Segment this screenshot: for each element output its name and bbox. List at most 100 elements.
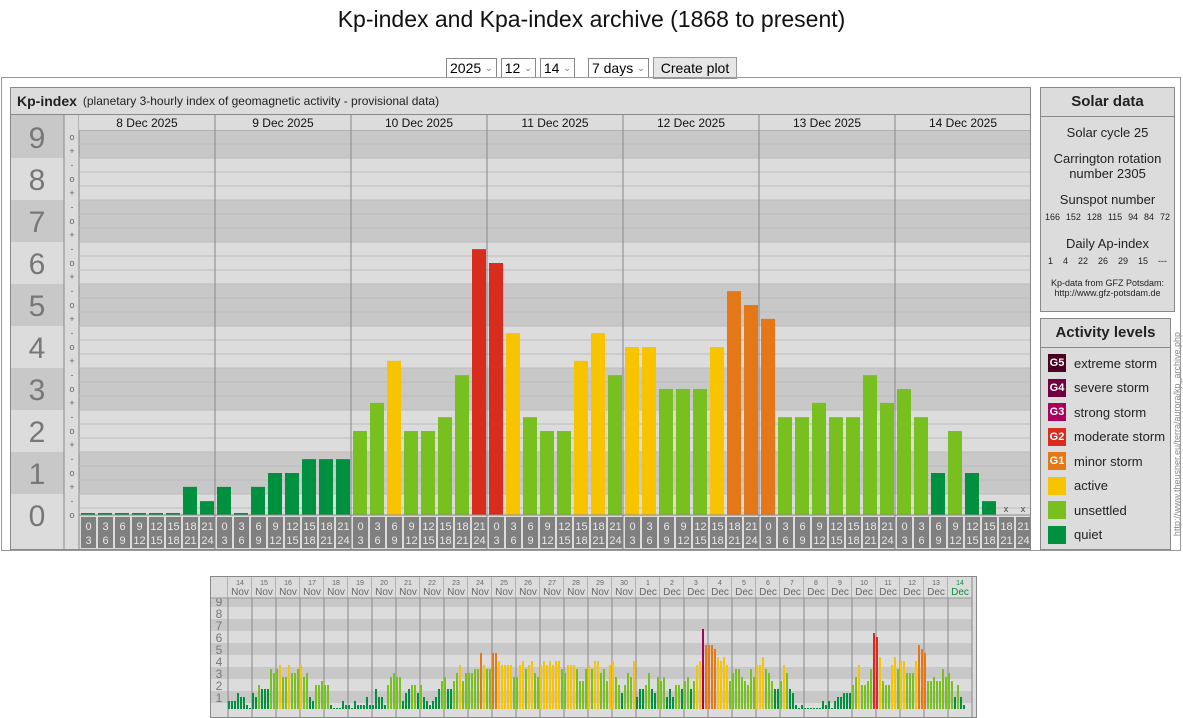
overview-bar bbox=[252, 693, 254, 709]
overview-bar bbox=[933, 676, 935, 709]
day-header-month: Dec bbox=[783, 587, 801, 598]
hour-label: 9 bbox=[136, 521, 142, 533]
hour-label: 3 bbox=[901, 535, 907, 547]
kp-bar bbox=[540, 431, 554, 515]
day-header-month: Dec bbox=[711, 587, 729, 598]
overview-bar bbox=[897, 669, 899, 709]
range-select[interactable]: 7 days ⌄ bbox=[587, 58, 649, 78]
hour-label: 12 bbox=[150, 521, 162, 533]
overview-bar bbox=[591, 669, 593, 709]
overview-bar bbox=[327, 685, 329, 709]
overview-bar bbox=[729, 681, 731, 709]
kp-bar bbox=[897, 389, 911, 515]
kp-bar bbox=[676, 389, 690, 515]
hour-label: 24 bbox=[609, 535, 621, 547]
carrington-rotation: Carrington rotation number 2305 bbox=[1053, 151, 1162, 181]
hour-label: 12 bbox=[694, 521, 706, 533]
overview-bar bbox=[810, 708, 812, 709]
y-tick-label: 3 bbox=[29, 374, 46, 407]
y-tick-label: 0 bbox=[29, 500, 46, 533]
overview-bar bbox=[888, 685, 890, 709]
overview-bar bbox=[393, 673, 395, 709]
ap-value: 29 bbox=[1117, 256, 1128, 266]
day-header-month: Nov bbox=[255, 587, 273, 598]
data-source-url[interactable]: http://www.gfz-potsdam.de bbox=[1041, 288, 1174, 298]
day-header-day: 3 bbox=[694, 580, 698, 587]
overview-bar bbox=[912, 673, 914, 709]
day-header-month: Nov bbox=[495, 587, 513, 598]
overview-bar bbox=[708, 645, 710, 709]
y-tick-label: 5 bbox=[216, 643, 223, 657]
overview-bar bbox=[744, 681, 746, 709]
overview-bar bbox=[342, 700, 344, 709]
y-subtick: - bbox=[71, 244, 74, 254]
y-band bbox=[211, 607, 972, 619]
hour-label: 21 bbox=[745, 521, 757, 533]
hour-label: 15 bbox=[422, 535, 434, 547]
overview-bar bbox=[630, 676, 632, 709]
page-title: Kp-index and Kpa-index archive (1868 to … bbox=[337, 6, 846, 32]
hour-label: 24 bbox=[745, 535, 757, 547]
kp-bar bbox=[761, 318, 775, 515]
kp-bar bbox=[438, 417, 452, 515]
solar-cycle: Solar cycle 25 bbox=[1066, 125, 1149, 140]
day-select[interactable]: 14 ⌄ bbox=[539, 58, 575, 78]
kp-bar bbox=[319, 459, 333, 515]
day-header-day: 14 bbox=[236, 580, 244, 587]
day-header-day: 18 bbox=[332, 580, 340, 587]
legend-item: quiet bbox=[1041, 523, 1170, 548]
ap-value: 22 bbox=[1077, 256, 1088, 266]
ap-value: 15 bbox=[1137, 256, 1148, 266]
overview-bar bbox=[498, 661, 500, 709]
year-select[interactable]: 2025 ⌄ bbox=[446, 58, 497, 78]
sunspot-value: 94 bbox=[1128, 212, 1139, 222]
day-header-day: 26 bbox=[524, 580, 532, 587]
chevron-down-icon: ⌄ bbox=[524, 62, 532, 73]
kp-bar bbox=[336, 459, 350, 515]
overview-bar bbox=[354, 700, 356, 709]
overview-bar bbox=[399, 676, 401, 709]
overview-bar bbox=[276, 669, 278, 709]
kp-bar bbox=[251, 486, 265, 515]
overview-bar bbox=[825, 705, 827, 709]
overview-bar bbox=[921, 649, 923, 709]
overview-bar bbox=[939, 681, 941, 709]
hour-label: 3 bbox=[238, 521, 244, 533]
overview-bar bbox=[621, 693, 623, 709]
overview-bar bbox=[963, 705, 965, 709]
overview-bar bbox=[258, 685, 260, 709]
y-band bbox=[211, 655, 972, 667]
activity-levels-title: Activity levels bbox=[1041, 319, 1170, 348]
y-band bbox=[211, 631, 972, 643]
day-header-month: Nov bbox=[375, 587, 393, 598]
month-value: 12 bbox=[504, 60, 521, 76]
month-select[interactable]: 12 ⌄ bbox=[500, 58, 536, 78]
y-subtick: o bbox=[69, 300, 74, 310]
hour-label: 15 bbox=[439, 521, 451, 533]
range-value: 7 days bbox=[591, 60, 634, 76]
overview-bar bbox=[468, 673, 470, 709]
day-value: 14 bbox=[543, 60, 560, 76]
overview-bar bbox=[948, 673, 950, 709]
day-header-month: Nov bbox=[399, 587, 417, 598]
overview-bar bbox=[246, 705, 248, 709]
activity-levels-panel: Activity levels G5 extreme storm G4 severe … bbox=[1040, 318, 1171, 550]
hour-label: 0 bbox=[357, 521, 363, 533]
overview-bar bbox=[795, 705, 797, 709]
overview-bar bbox=[495, 652, 497, 709]
day-header-month: Nov bbox=[327, 587, 345, 598]
overview-bar bbox=[930, 681, 932, 709]
overview-bar bbox=[255, 697, 257, 709]
overview-bar bbox=[432, 700, 434, 709]
hour-label: 21 bbox=[456, 535, 468, 547]
day-header-day: 10 bbox=[860, 580, 868, 587]
overview-bar bbox=[753, 676, 755, 709]
day-header-month: Dec bbox=[663, 587, 681, 598]
overview-bar bbox=[249, 708, 251, 709]
overview-bar bbox=[465, 673, 467, 709]
create-plot-button[interactable]: Create plot bbox=[652, 57, 738, 79]
overview-bar bbox=[864, 685, 866, 709]
overview-bar bbox=[786, 673, 788, 709]
overview-bar bbox=[528, 664, 530, 709]
overview-bar bbox=[420, 685, 422, 709]
